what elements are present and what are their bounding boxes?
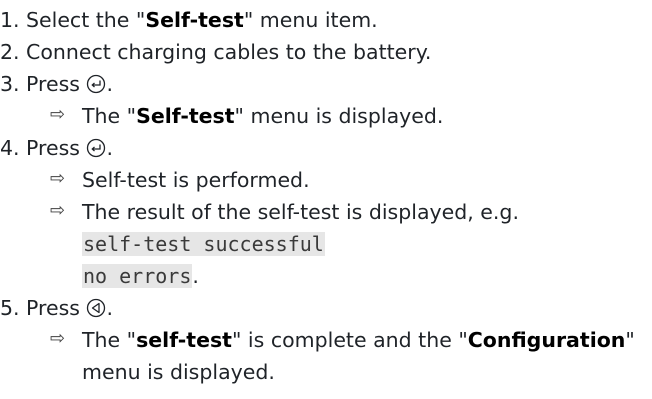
step-text: Press . xyxy=(26,72,114,96)
enter-key-icon xyxy=(87,138,106,158)
result-text: Self-test is performed. xyxy=(82,168,310,192)
display-output-line-1: self-test successful xyxy=(82,230,325,258)
step-text: Select the "Self-test" menu item. xyxy=(26,8,378,32)
result-arrow-icon: ⇨ xyxy=(50,328,66,349)
step-5-result-continued: menu is displayed. xyxy=(82,358,275,386)
result-arrow-icon: ⇨ xyxy=(50,104,66,125)
step-number: 1. xyxy=(0,8,20,32)
step-number: 4. xyxy=(0,136,20,160)
display-text: no errors xyxy=(82,264,193,288)
display-text: self-test successful xyxy=(82,232,325,256)
step-text: Press . xyxy=(26,296,114,320)
display-output-line-2: no errors. xyxy=(82,264,199,288)
step-text: Connect charging cables to the battery. xyxy=(26,40,432,64)
result-text: The "self-test" is complete and the "Con… xyxy=(82,328,635,352)
result-text: The result of the self-test is displayed… xyxy=(82,200,519,224)
step-number: 2. xyxy=(0,40,20,64)
step-number: 5. xyxy=(0,296,20,320)
result-arrow-icon: ⇨ xyxy=(50,168,66,189)
step-number: 3. xyxy=(0,72,20,96)
step-text: Press . xyxy=(26,136,114,160)
result-arrow-icon: ⇨ xyxy=(50,200,66,221)
result-text: The "Self-test" menu is displayed. xyxy=(82,104,444,128)
back-key-icon xyxy=(87,298,106,318)
result-text: menu is displayed. xyxy=(82,360,275,384)
enter-key-icon xyxy=(87,74,106,94)
